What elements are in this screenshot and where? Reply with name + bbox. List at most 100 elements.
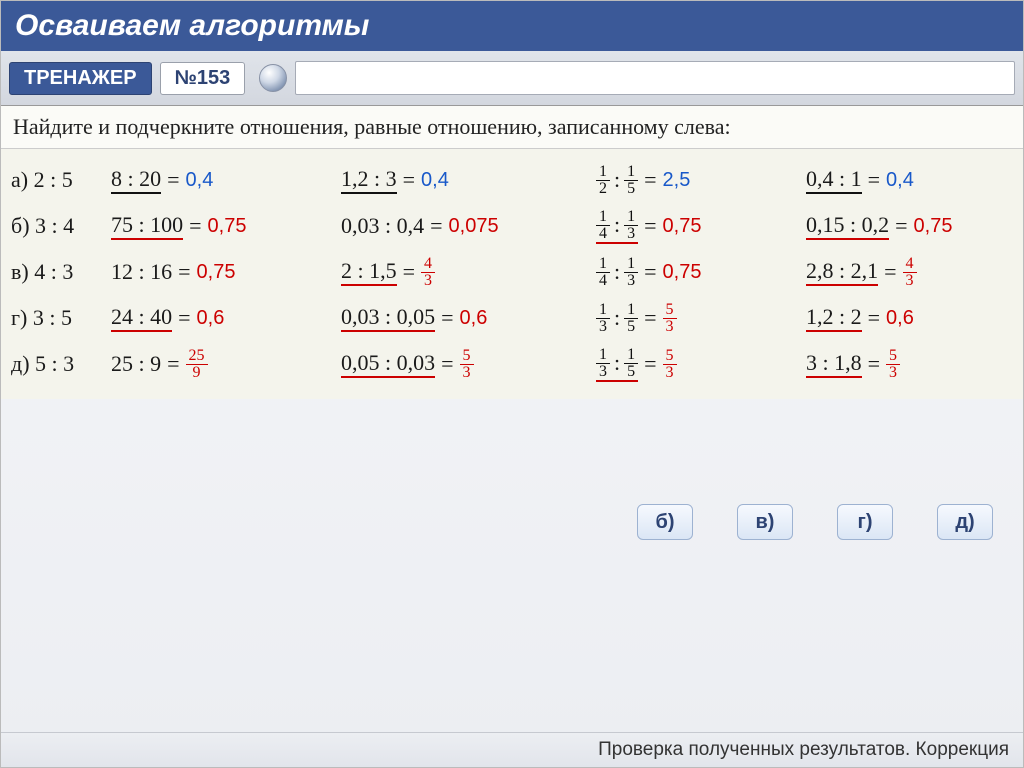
equals-sign: =	[178, 259, 190, 285]
cell: 12 : 15 = 2,5	[596, 164, 796, 197]
answer: 0,75	[663, 261, 702, 284]
instruction-text: Найдите и подчеркните отношения, равные …	[1, 106, 1023, 149]
page-title: Осваиваем алгоритмы	[15, 9, 369, 42]
cell: 0,03 : 0,05 = 0,6	[341, 304, 586, 332]
worksheet: а) 2 : 5 8 : 20 = 0,4 1,2 : 3 = 0,4 12 :…	[1, 149, 1023, 399]
answer: 0,4	[886, 169, 914, 192]
cell: 1,2 : 3 = 0,4	[341, 166, 586, 194]
ratio-expr: 0,03 : 0,05	[341, 304, 435, 332]
cell: 12 : 16 = 0,75	[111, 259, 331, 285]
fraction: 13	[596, 302, 610, 335]
answer-fraction: 259	[186, 348, 208, 381]
colon: :	[614, 259, 620, 285]
cell: 13 : 15 = 53	[596, 347, 796, 382]
ratio-expr: 12 : 16	[111, 259, 172, 285]
fraction: 13	[596, 347, 610, 380]
cell: 0,15 : 0,2 = 0,75	[806, 212, 1001, 240]
fraction: 13	[624, 209, 638, 242]
answer: 2,5	[663, 169, 691, 192]
row-b: б) 3 : 4 75 : 100 = 0,75 0,03 : 0,4 = 0,…	[11, 203, 1013, 249]
colon: :	[614, 305, 620, 331]
answer: 0,75	[208, 215, 247, 238]
answer-fraction: 43	[421, 256, 435, 289]
equals-sign: =	[403, 259, 415, 285]
ratio-expr: 3 : 1,8	[806, 350, 862, 378]
fraction: 14	[596, 256, 610, 289]
ratio-expr: 8 : 20	[111, 166, 161, 194]
exercise-number-chip[interactable]: №153	[160, 62, 246, 95]
orb-icon[interactable]	[259, 64, 287, 92]
equals-sign: =	[167, 167, 179, 193]
cell: 25 : 9 = 259	[111, 348, 331, 381]
equals-sign: =	[895, 213, 907, 239]
row-label: в) 4 : 3	[11, 259, 101, 285]
content-area: Найдите и подчеркните отношения, равные …	[1, 106, 1023, 767]
answer-fraction: 53	[460, 348, 474, 381]
search-input[interactable]	[295, 61, 1015, 95]
ratio-expr: 75 : 100	[111, 212, 183, 240]
fraction: 13	[624, 256, 638, 289]
answer-fraction: 53	[886, 348, 900, 381]
button-b[interactable]: б)	[637, 504, 693, 540]
ratio-expr: 1,2 : 2	[806, 304, 862, 332]
equals-sign: =	[884, 259, 896, 285]
cell: 24 : 40 = 0,6	[111, 304, 331, 332]
ratio-expr: 0,05 : 0,03	[341, 350, 435, 378]
equals-sign: =	[868, 167, 880, 193]
answer: 0,4	[186, 169, 214, 192]
cell: 3 : 1,8 = 53	[806, 348, 1001, 381]
equals-sign: =	[644, 259, 656, 285]
equals-sign: =	[868, 351, 880, 377]
row-label: д) 5 : 3	[11, 351, 101, 377]
button-g[interactable]: г)	[837, 504, 893, 540]
equals-sign: =	[430, 213, 442, 239]
ratio-expr: 1,2 : 3	[341, 166, 397, 194]
row-v: в) 4 : 3 12 : 16 = 0,75 2 : 1,5 = 43 14 …	[11, 249, 1013, 295]
toolbar: ТРЕНАЖЕР №153	[1, 51, 1023, 106]
equals-sign: =	[644, 351, 656, 377]
answer: 0,6	[460, 307, 488, 330]
fraction: 14	[596, 209, 610, 242]
app-window: Осваиваем алгоритмы ТРЕНАЖЕР №153 Найдит…	[0, 0, 1024, 768]
ratio-expr: 25 : 9	[111, 351, 161, 377]
equals-sign: =	[167, 351, 179, 377]
colon: :	[614, 212, 620, 238]
equals-sign: =	[403, 167, 415, 193]
row-label: б) 3 : 4	[11, 213, 101, 239]
ratio-expr: 2 : 1,5	[341, 258, 397, 286]
equals-sign: =	[441, 305, 453, 331]
ratio-expr: 14 : 13	[596, 209, 638, 244]
equals-sign: =	[189, 213, 201, 239]
equals-sign: =	[644, 213, 656, 239]
trainer-chip[interactable]: ТРЕНАЖЕР	[9, 62, 152, 95]
answer-fraction: 43	[903, 256, 917, 289]
answer-fraction: 53	[663, 348, 677, 381]
equals-sign: =	[441, 351, 453, 377]
fraction: 12	[596, 164, 610, 197]
ratio-expr: 13 : 15	[596, 347, 638, 382]
equals-sign: =	[178, 305, 190, 331]
cell: 0,4 : 1 = 0,4	[806, 166, 1001, 194]
answer-buttons: б) в) г) д)	[637, 504, 993, 540]
cell: 14 : 13 = 0,75	[596, 209, 796, 244]
button-d[interactable]: д)	[937, 504, 993, 540]
cell: 13 : 15 = 53	[596, 302, 796, 335]
colon: :	[614, 350, 620, 376]
row-label: а) 2 : 5	[11, 167, 101, 193]
cell: 14 : 13 = 0,75	[596, 256, 796, 289]
fraction: 15	[624, 302, 638, 335]
ratio-expr: 2,8 : 2,1	[806, 258, 878, 286]
answer-fraction: 53	[663, 302, 677, 335]
cell: 8 : 20 = 0,4	[111, 166, 331, 194]
fraction: 15	[624, 347, 638, 380]
answer: 0,6	[197, 307, 225, 330]
ratio-expr: 24 : 40	[111, 304, 172, 332]
row-g: г) 3 : 5 24 : 40 = 0,6 0,03 : 0,05 = 0,6…	[11, 295, 1013, 341]
fraction: 15	[624, 164, 638, 197]
row-d: д) 5 : 3 25 : 9 = 259 0,05 : 0,03 = 53 1…	[11, 341, 1013, 387]
cell: 2 : 1,5 = 43	[341, 256, 586, 289]
equals-sign: =	[644, 305, 656, 331]
answer: 0,75	[914, 215, 953, 238]
ratio-expr: 0,03 : 0,4	[341, 213, 424, 239]
button-v[interactable]: в)	[737, 504, 793, 540]
